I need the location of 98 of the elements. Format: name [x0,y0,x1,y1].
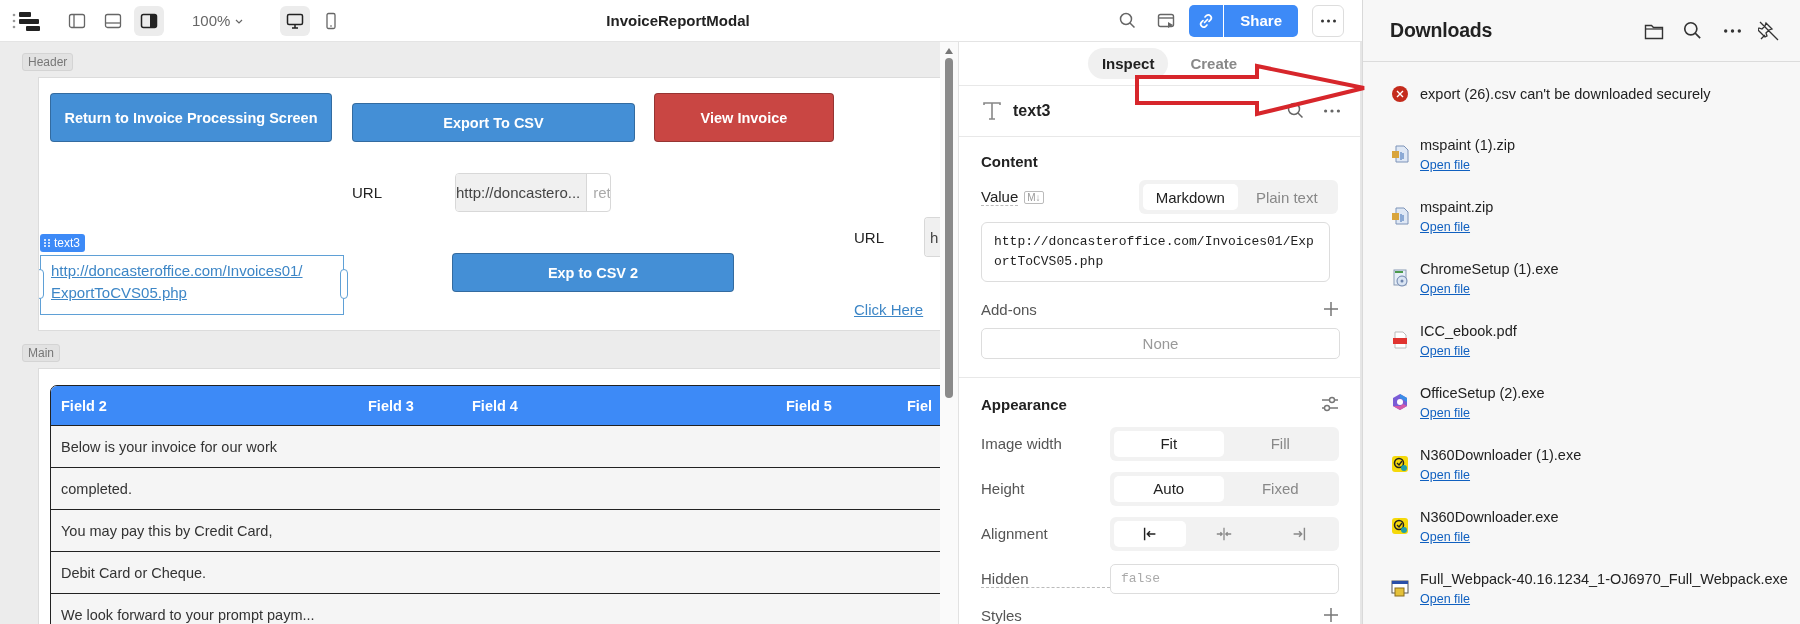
column-header[interactable]: Field 5 [776,397,897,414]
primary-button[interactable]: Return to Invoice Processing Screen [50,93,332,142]
table-cell-text: completed. [60,480,132,497]
field-label: URL [854,228,885,246]
property-label: Height [981,480,1026,497]
download-file-name[interactable]: N360Downloader.exe [1420,507,1559,527]
value-textarea[interactable]: http://doncasteroffice.com/Invoices01/ExportToCVS05.php [981,222,1330,282]
url-field[interactable]: http://doncastero... ret [455,173,611,212]
property-label: Styles [981,606,1022,624]
scroll-up-icon[interactable] [944,47,954,55]
search-icon[interactable] [1682,19,1704,42]
link-button[interactable] [1189,4,1224,37]
panel-tab[interactable]: Create [1176,48,1252,79]
table-cell-text: You may pay this by Credit Card, [60,522,273,539]
installer-window-icon [1390,578,1410,598]
primary-button[interactable]: Export To CSV [352,103,635,142]
panel-toggle-button[interactable] [134,5,164,36]
open-file-link[interactable]: Open file [1420,344,1471,358]
field-label: URL [352,184,383,201]
search-icon[interactable] [1286,101,1306,121]
shield-check-icon [1390,454,1410,474]
table-row[interactable]: completed. [51,468,940,510]
unpin-icon[interactable] [1758,19,1780,42]
field-suffix: ret [586,174,610,211]
segment-option[interactable]: Plain text [1239,184,1334,210]
property-label: Alignment [981,525,1049,542]
download-file-name[interactable]: ChromeSetup (1).exe [1420,259,1559,279]
section-heading: Content [981,153,1038,170]
url-link[interactable]: http://doncasteroffice.com/Invoices01/ExportToCVS05.php [51,260,305,304]
segment-option[interactable]: Fixed [1225,475,1335,502]
field-value: http://doncastero... [456,174,587,211]
scrollbar[interactable] [940,42,958,624]
device-toggle-button[interactable] [280,5,311,36]
table-row[interactable]: Debit Card or Cheque. [51,552,940,594]
open-file-link[interactable]: Open file [1420,468,1471,482]
column-header[interactable]: Field 3 [358,397,462,414]
office-logo-icon [1390,392,1410,412]
column-header[interactable]: Field 4 [462,397,776,414]
click-here-link[interactable]: Click Here [854,301,924,318]
column-header[interactable]: Field 2 [51,397,358,414]
zip-file-icon [1390,206,1410,226]
section-heading: Appearance [981,395,1067,413]
more-icon[interactable] [1724,28,1741,33]
danger-button[interactable]: View Invoice [654,93,834,142]
installer-icon [1390,268,1410,288]
download-file-name[interactable]: mspaint (1).zip [1420,135,1516,155]
section-label: Main [22,344,60,362]
segment-option[interactable]: Markdown [1143,184,1238,210]
sliders-icon[interactable] [1320,394,1340,414]
open-file-link[interactable]: Open file [1420,406,1471,420]
app-title: InvoiceReportModal [606,12,750,29]
resize-handle[interactable] [340,269,348,299]
table-cell-text: Below is your invoice for our work [60,438,277,455]
download-file-name[interactable]: N360Downloader (1).exe [1420,445,1582,465]
download-file-name[interactable]: OfficeSetup (2).exe [1420,383,1545,403]
download-file-name[interactable]: Full_Webpack-40.16.1234_1-OJ6970_Full_Webpack.exe [1420,569,1788,589]
input-field[interactable]: false [1110,563,1339,594]
download-file-name[interactable]: mspaint.zip [1420,197,1494,217]
markdown-badge: M↓ [1024,190,1044,204]
segment-option[interactable]: Fit [1114,430,1224,457]
segment-option[interactable]: Fill [1225,430,1335,457]
component-tag[interactable]: text3 [40,234,85,252]
panel-title: Downloads [1390,19,1494,42]
open-file-link[interactable]: Open file [1420,592,1471,606]
panel-tab[interactable]: Inspect [1087,48,1169,79]
open-file-link[interactable]: Open file [1420,220,1471,234]
error-icon [1390,84,1410,104]
property-label: Image width [981,435,1063,452]
plus-icon[interactable] [1322,300,1340,318]
table-row[interactable]: Below is your invoice for our work [51,426,940,468]
field-value: http://doncasteroffice.com/Invoices01/ExportToCVS05.php [994,233,1315,271]
plus-icon[interactable] [1322,606,1340,624]
drag-handle-icon [43,238,51,248]
primary-button[interactable]: Exp to CSV 2 [452,253,734,292]
table-cell-text: We look forward to your prompt paym... [60,606,315,623]
table-row[interactable]: We look forward to your prompt paym... [51,594,940,624]
url-field[interactable]: h [924,217,940,257]
text-type-icon [981,100,1003,122]
zip-file-icon [1390,144,1410,164]
section-label: Header [22,53,74,71]
more-icon [1320,18,1336,23]
column-header[interactable]: Fiel [897,397,940,414]
download-error-message: export (26).csv can't be downloaded securely [1420,85,1711,104]
shield-check-icon [1390,516,1410,536]
table-row[interactable]: You may pay this by Credit Card, [51,510,940,552]
open-file-link[interactable]: Open file [1420,530,1471,544]
more-icon[interactable] [1324,109,1340,113]
property-label: Value [981,188,1019,206]
open-file-link[interactable]: Open file [1420,282,1471,296]
component-name: text3 [1013,102,1052,120]
zoom-dropdown[interactable]: 100% [192,12,245,29]
table-cell-text: Debit Card or Cheque. [60,564,207,581]
property-label: Add-ons [981,300,1037,318]
open-file-link[interactable]: Open file [1420,158,1471,172]
share-button[interactable]: Share [1224,4,1298,37]
pdf-file-icon [1390,330,1410,350]
download-file-name[interactable]: ICC_ebook.pdf [1420,321,1517,341]
segment-option[interactable]: Auto [1114,475,1224,502]
